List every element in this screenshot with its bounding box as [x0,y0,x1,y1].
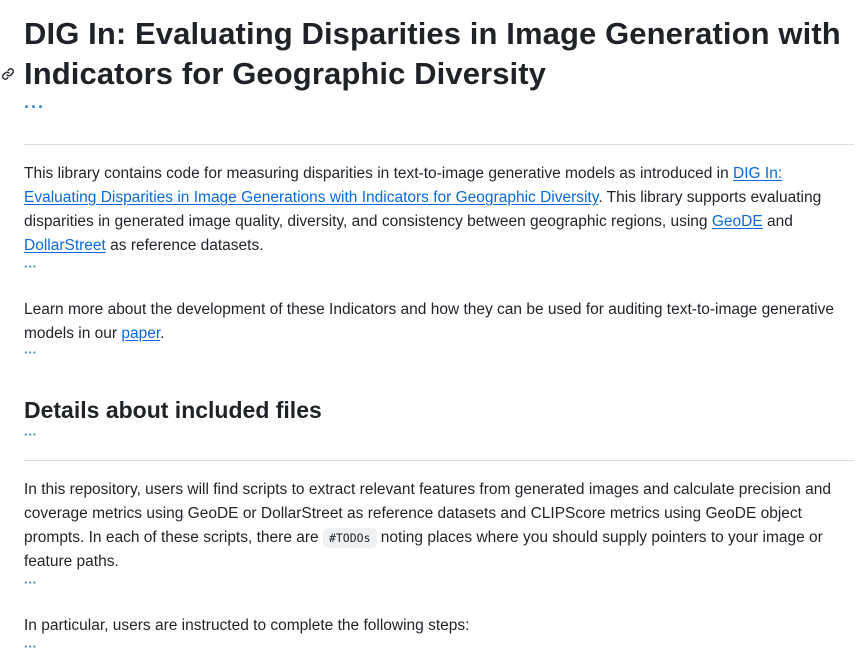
paper-link[interactable]: paper [121,325,160,342]
details-heading: Details about included files [24,397,322,423]
intro-more-ellipsis[interactable]: ··· [24,260,37,273]
intro-text-4: as reference datasets. [105,237,264,254]
link-icon[interactable] [0,66,16,82]
dollarstreet-link[interactable]: DollarStreet [24,237,106,254]
repo-more-ellipsis[interactable]: ··· [24,576,37,589]
details-more-ellipsis[interactable]: ··· [24,428,37,441]
intro-text-1: This library contains code for measuring… [24,165,734,182]
intro-paragraph: This library contains code for measuring… [24,162,854,258]
learn-more-paragraph: Learn more about the development of thes… [24,298,854,346]
title-divider [24,144,854,145]
heading-more-ellipsis[interactable]: ··· [24,98,45,116]
steps-paragraph: In particular, users are instructed to c… [24,617,470,634]
geode-link[interactable]: GeoDE [712,213,763,230]
repo-paragraph: In this repository, users will find scri… [24,478,854,574]
page-title: DIG In: Evaluating Disparities in Image … [24,16,841,91]
learn-more-ellipsis[interactable]: ··· [24,346,37,359]
todos-code: #TODOs [322,528,377,548]
learn-more-text-2: . [160,325,165,342]
details-divider [24,460,854,461]
steps-more-ellipsis[interactable]: ··· [24,640,37,653]
intro-text-3: and [762,213,793,230]
